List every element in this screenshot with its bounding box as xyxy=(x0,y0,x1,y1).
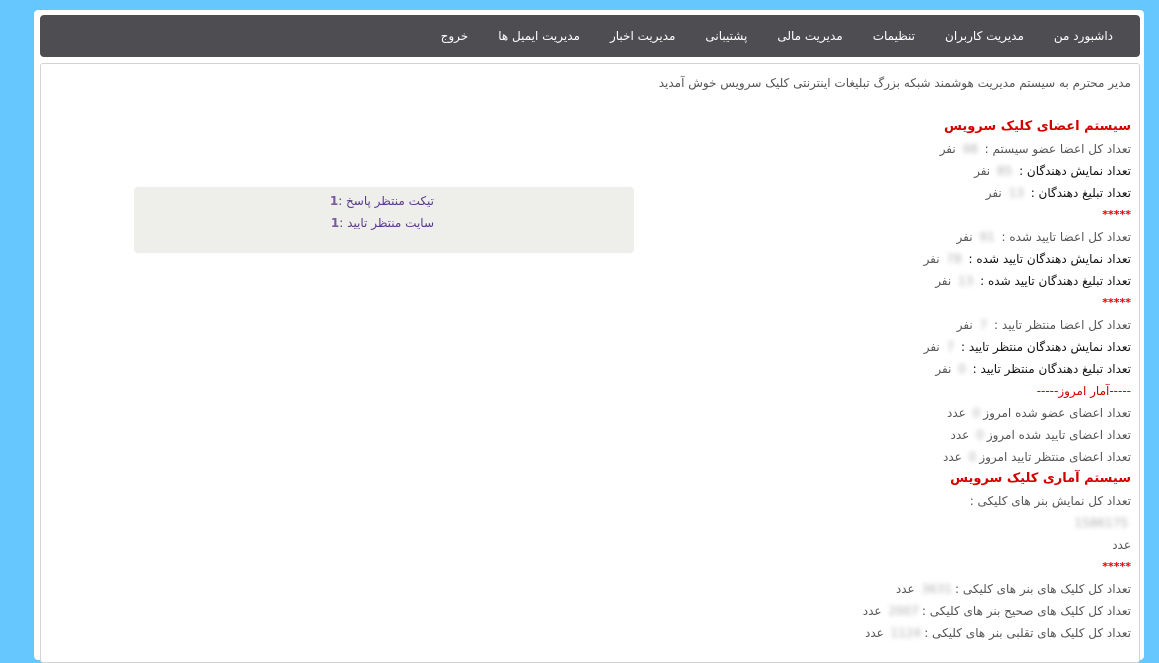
members-total: تعداد کل اعضا عضو سیستم : 98 نفر xyxy=(431,138,1131,160)
clicks-fraud-value: 1124 xyxy=(890,626,922,640)
today-heading: -----آمار امروز----- xyxy=(1036,384,1131,398)
stats-column: مدیر محترم به سیستم مدیریت هوشمند شبکه ب… xyxy=(431,72,1131,644)
impressions-unit: عدد xyxy=(1112,538,1131,552)
members-publishers: تعداد نمایش دهندگان : 85 نفر xyxy=(431,160,1131,182)
nav-dashboard[interactable]: داشبورد من xyxy=(1039,29,1128,43)
sites-pending-link[interactable]: سایت منتظر تایید :1 xyxy=(134,212,434,234)
members-publishers-value: 85 xyxy=(996,164,1013,178)
clicks-fraud: تعداد کل کلیک های تقلبی بنر های کلیکی :1… xyxy=(431,622,1131,644)
pending-advertisers-value: 0 xyxy=(958,362,966,376)
tickets-pending-count: 1 xyxy=(329,194,339,208)
today-pending: تعداد اعضای منتظر تایید امروز0 عدد xyxy=(431,446,1131,468)
nav-finance[interactable]: مدیریت مالی xyxy=(762,29,857,43)
nav-logout[interactable]: خروج xyxy=(426,29,484,43)
impressions-label: تعداد کل نمایش بنر های کلیکی : xyxy=(969,494,1131,508)
nav-emails[interactable]: مدیریت ایمیل ها xyxy=(483,29,595,43)
pending-total-value: 7 xyxy=(979,318,988,332)
content-panel: مدیر محترم به سیستم مدیریت هوشمند شبکه ب… xyxy=(40,63,1140,663)
pending-publishers: تعداد نمایش دهندگان منتظر تایید : 7 نفر xyxy=(431,336,1131,358)
members-heading: سیستم اعضای کلیک سرویس xyxy=(943,119,1131,134)
impressions-value-row: 1586175 xyxy=(431,512,1131,534)
clicks-total: تعداد کل کلیک های بنر های کلیکی :3631 عد… xyxy=(431,578,1131,600)
nav-settings[interactable]: تنظیمات xyxy=(858,29,930,43)
main-frame: داشبورد من مدیریت کاربران تنظیمات مدیریت… xyxy=(34,10,1144,663)
separator-stars: ***** xyxy=(1102,560,1131,573)
today-approved: تعداد اعضای تایید شده امروز0 عدد xyxy=(431,424,1131,446)
approved-advertisers: تعداد تبلیغ دهندگان تایید شده : 13 نفر xyxy=(431,270,1131,292)
today-pending-value: 0 xyxy=(968,450,977,464)
members-total-value: 98 xyxy=(962,142,978,156)
pending-advertisers: تعداد تبلیغ دهندگان منتظر تایید : 0 نفر xyxy=(431,358,1131,380)
approved-publishers-value: 78 xyxy=(946,252,962,266)
welcome-text: مدیر محترم به سیستم مدیریت هوشمند شبکه ب… xyxy=(658,76,1131,90)
top-navbar: داشبورد من مدیریت کاربران تنظیمات مدیریت… xyxy=(40,15,1140,57)
clicks-valid: تعداد کل کلیک های صحیح بنر های کلیکی :20… xyxy=(431,600,1131,622)
clicks-total-value: 3631 xyxy=(921,582,953,596)
pending-publishers-value: 7 xyxy=(946,340,955,354)
approved-total-value: 91 xyxy=(979,230,995,244)
pending-widget: تیکت منتظر پاسخ :1 سایت منتظر تایید :1 xyxy=(134,187,634,253)
nav-users[interactable]: مدیریت کاربران xyxy=(930,29,1039,43)
separator-stars: ***** xyxy=(1102,296,1131,309)
pending-total: تعداد کل اعضا منتظر تایید : 7 نفر xyxy=(431,314,1131,336)
nav-news[interactable]: مدیریت اخبار xyxy=(595,29,690,43)
impressions-value: 1586175 xyxy=(1074,516,1128,530)
tickets-pending-link[interactable]: تیکت منتظر پاسخ :1 xyxy=(134,190,434,212)
today-joined: تعداد اعضای عضو شده امروز0 عدد xyxy=(431,402,1131,424)
clicks-valid-value: 2007 xyxy=(888,604,919,618)
members-advertisers-value: 13 xyxy=(1008,186,1024,200)
stats-heading: سیستم آماری کلیک سرویس xyxy=(950,471,1131,486)
approved-advertisers-value: 13 xyxy=(958,274,974,288)
today-approved-value: 0 xyxy=(976,428,984,442)
nav-support[interactable]: پشتیبانی xyxy=(690,29,762,43)
today-joined-value: 0 xyxy=(972,406,981,420)
